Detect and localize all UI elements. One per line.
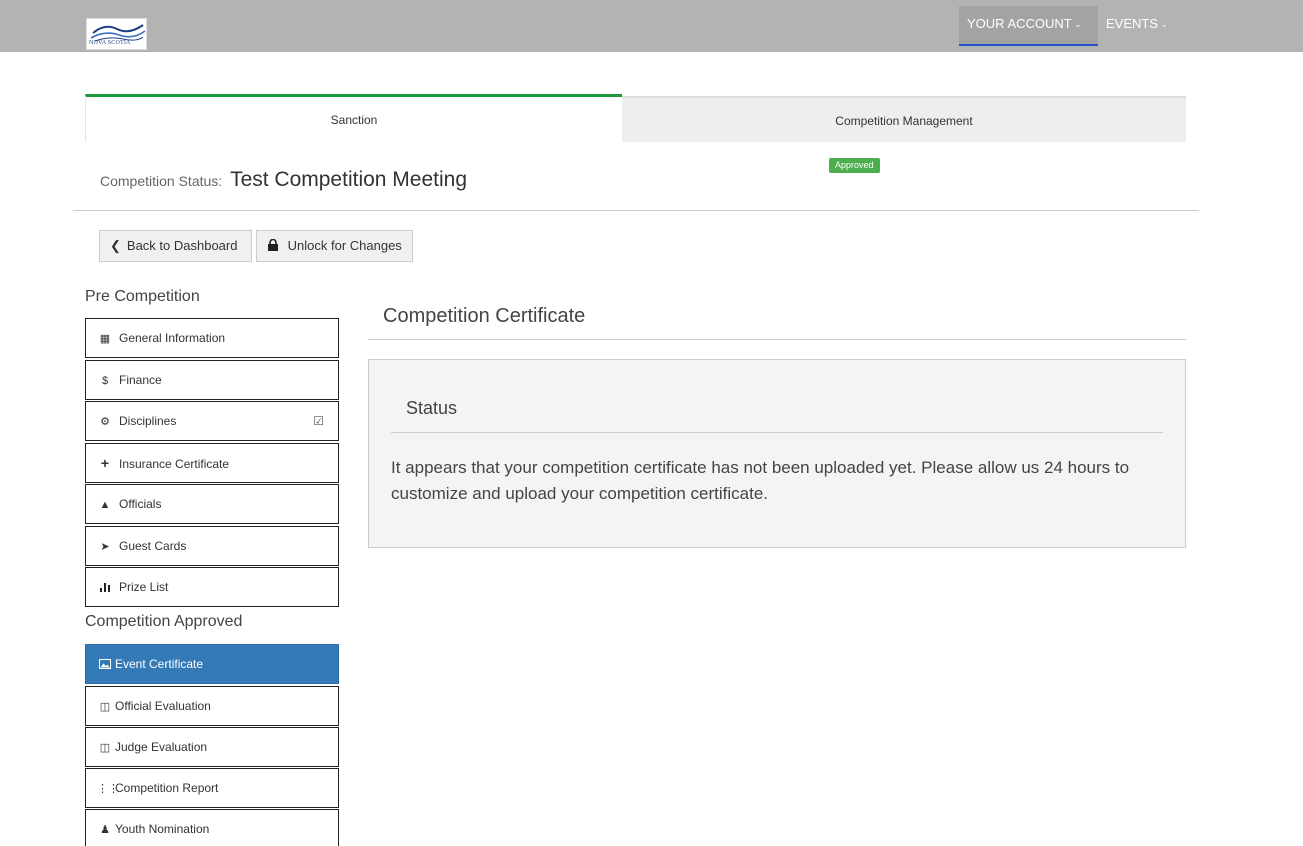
chevron-down-icon: ⌄ bbox=[1161, 19, 1168, 29]
sidebar-item-label: Insurance Certificate bbox=[119, 457, 230, 471]
sidebar-item-competition-report[interactable]: ⋮⋮Competition Report bbox=[85, 768, 339, 808]
divider bbox=[391, 432, 1163, 433]
sidebar-item-label: General Information bbox=[119, 331, 226, 345]
back-to-dashboard-label: Back to Dashboard bbox=[126, 238, 238, 253]
plus-icon: + bbox=[100, 455, 110, 471]
divider bbox=[73, 210, 1199, 211]
cog-icon: ⚙ bbox=[100, 416, 110, 428]
chevron-left-icon: ❮ bbox=[110, 238, 121, 253]
report-icon: ⋮⋮ bbox=[97, 783, 119, 795]
sidebar-item-official-evaluation[interactable]: ◫ Official Evaluation bbox=[85, 686, 339, 726]
sidebar-item-label: Guest Cards bbox=[119, 539, 187, 553]
sidebar-item-label: Official Evaluation bbox=[115, 699, 211, 713]
status-panel: Status It appears that your competition … bbox=[368, 359, 1186, 548]
picture-icon bbox=[97, 646, 113, 684]
nomination-icon: ♟ bbox=[100, 824, 110, 836]
nav-events[interactable]: EVENTS ⌄ bbox=[1098, 6, 1178, 46]
evaluation-icon: ◫ bbox=[99, 701, 111, 713]
nav-your-account[interactable]: YOUR ACCOUNT ⌄ bbox=[959, 6, 1098, 46]
sidebar-item-finance[interactable]: $ Finance bbox=[85, 360, 339, 400]
sidebar-item-label: Event Certificate bbox=[115, 657, 204, 671]
bell-icon: ▲ bbox=[99, 499, 111, 511]
nav-your-account-label: YOUR ACCOUNT bbox=[967, 16, 1072, 31]
sidebar-item-judge-evaluation[interactable]: ◫ Judge Evaluation bbox=[85, 727, 339, 767]
status-badge: Approved bbox=[829, 158, 880, 173]
sidebar-item-guest-cards[interactable]: ➤ Guest Cards bbox=[85, 526, 339, 566]
chevron-down-icon: ⌄ bbox=[1074, 19, 1082, 29]
bar-chart-icon bbox=[97, 569, 113, 607]
sidebar-item-officials[interactable]: ▲ Officials bbox=[85, 484, 339, 524]
logo-text: NOVA SCOTIA bbox=[89, 40, 131, 46]
sidebar-item-disciplines[interactable]: ⚙ Disciplines ☑ bbox=[85, 401, 339, 441]
sidebar-item-label: Prize List bbox=[119, 580, 169, 594]
sidebar-item-label: Competition Report bbox=[115, 781, 219, 795]
check-icon: ☑ bbox=[313, 414, 324, 428]
sidebar-item-youth-nomination[interactable]: ♟ Youth Nomination bbox=[85, 809, 339, 846]
brand-logo[interactable]: NOVA SCOTIA bbox=[86, 18, 147, 50]
tab-sanction[interactable]: Sanction bbox=[85, 94, 622, 142]
status-message: It appears that your competition certifi… bbox=[391, 458, 1130, 503]
section-title: Competition Certificate bbox=[383, 305, 586, 327]
sidebar-item-general-information[interactable]: ▦ General Information bbox=[85, 318, 339, 358]
pre-competition-heading: Pre Competition bbox=[85, 288, 200, 305]
dollar-icon: $ bbox=[101, 375, 109, 387]
nav-events-label: EVENTS bbox=[1106, 16, 1159, 31]
sidebar-item-insurance-certificate[interactable]: + Insurance Certificate bbox=[85, 443, 339, 483]
sidebar-item-event-certificate[interactable]: Event Certificate bbox=[85, 644, 339, 684]
unlock-for-changes-button[interactable]: Unlock for Changes bbox=[256, 230, 413, 262]
sidebar-item-label: Finance bbox=[119, 373, 162, 387]
sidebar-item-label: Youth Nomination bbox=[115, 822, 210, 836]
back-to-dashboard-button[interactable]: ❮ Back to Dashboard bbox=[99, 230, 252, 262]
page-title: Test Competition Meeting bbox=[230, 168, 468, 191]
unlock-for-changes-label: Unlock for Changes bbox=[287, 238, 402, 253]
sidebar-item-label: Officials bbox=[119, 497, 162, 511]
lock-icon bbox=[267, 238, 283, 253]
tags-icon: ➤ bbox=[100, 541, 110, 553]
panel-title: Status bbox=[406, 398, 458, 418]
sidebar-item-label: Judge Evaluation bbox=[115, 740, 208, 754]
competition-status: Competition Status: Test Competition Mee… bbox=[100, 168, 467, 192]
tab-competition-management[interactable]: Competition Management bbox=[622, 96, 1186, 142]
calendar-icon: ▦ bbox=[99, 333, 111, 345]
sidebar-item-label: Disciplines bbox=[119, 414, 177, 428]
divider bbox=[368, 339, 1186, 340]
top-navbar: NOVA SCOTIA YOUR ACCOUNT ⌄ EVENTS ⌄ bbox=[0, 0, 1303, 52]
sidebar-item-prize-list[interactable]: Prize List bbox=[85, 567, 339, 607]
competition-approved-heading: Competition Approved bbox=[85, 613, 243, 630]
evaluation-icon: ◫ bbox=[99, 742, 111, 754]
competition-status-label: Competition Status: bbox=[100, 173, 223, 189]
